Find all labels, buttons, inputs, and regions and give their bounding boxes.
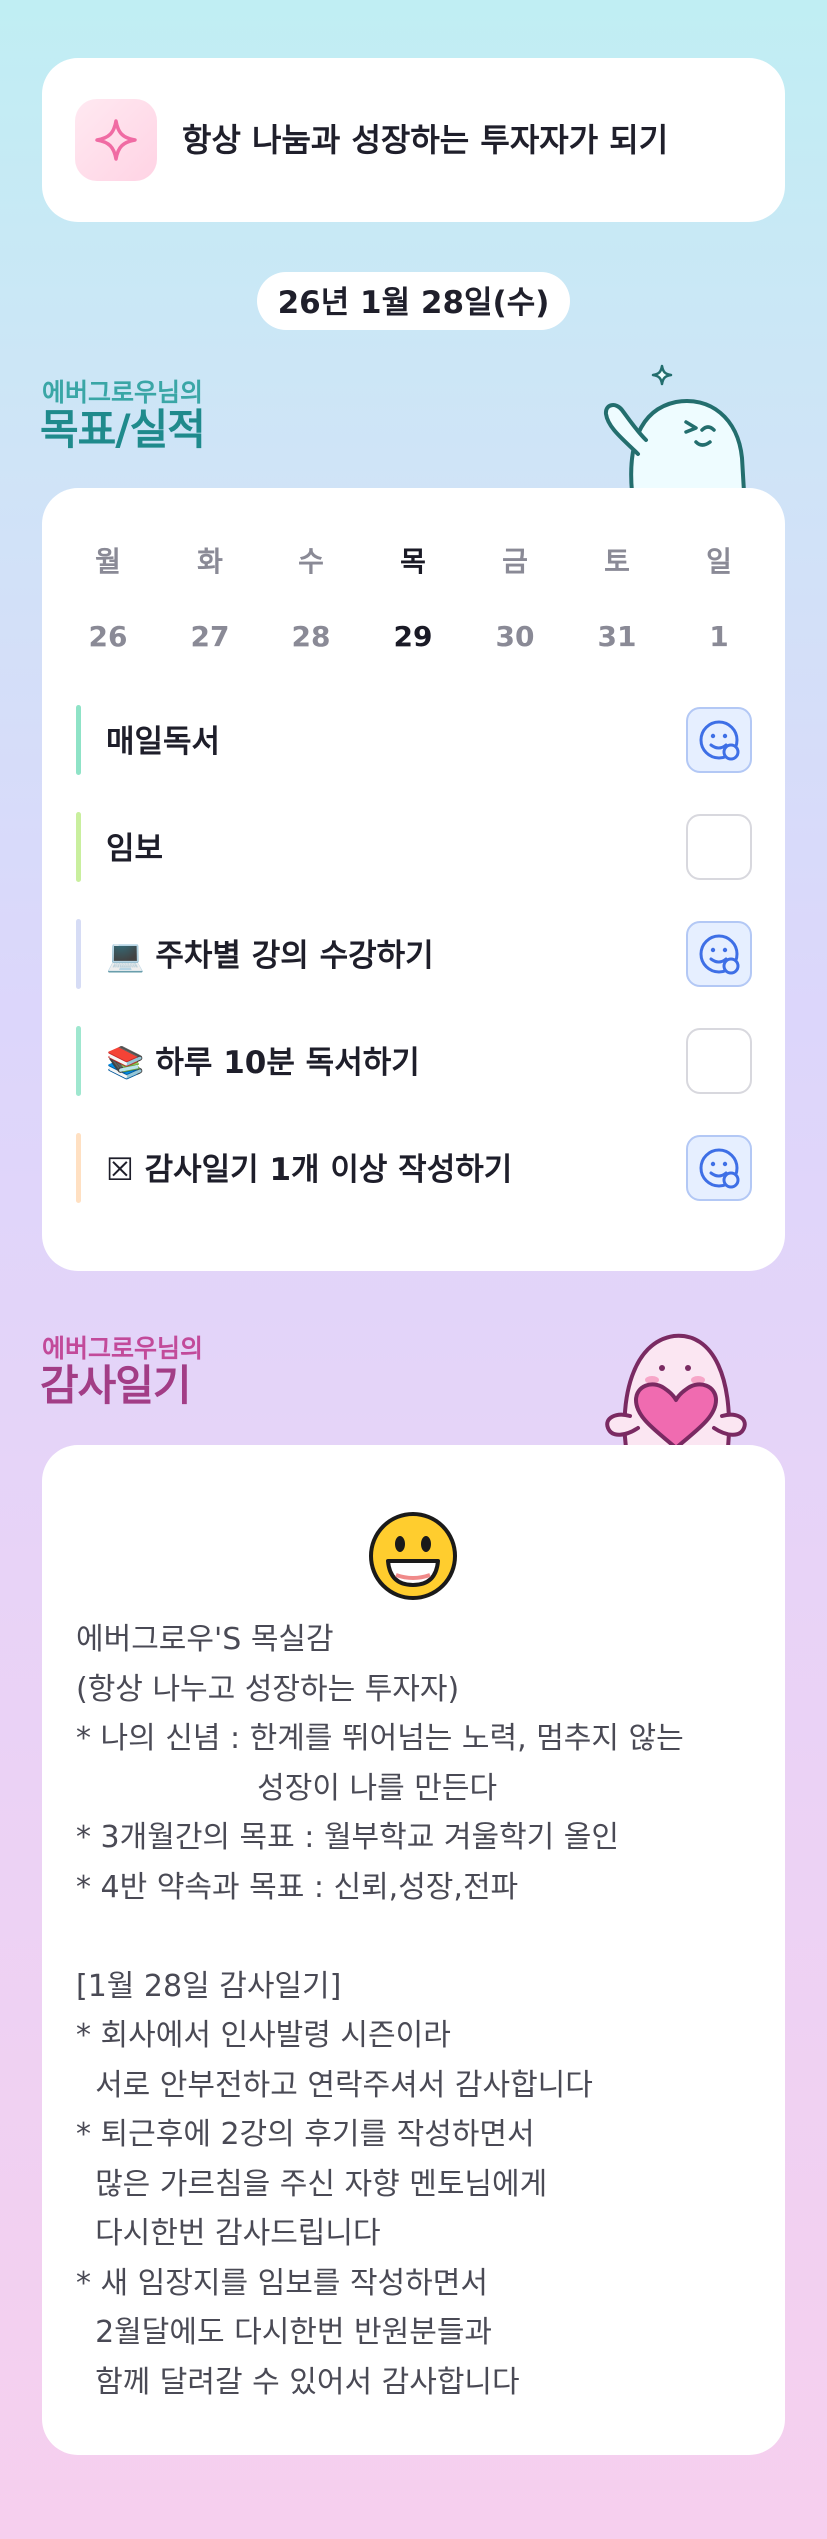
sparkle-icon [75, 99, 157, 181]
goals-section-title: 목표/실적 [40, 405, 206, 454]
goal-checkbox-checked[interactable] [686, 1135, 752, 1201]
goal-checkbox-checked[interactable] [686, 707, 752, 773]
goal-item: 💻 주차별 강의 수강하기 [76, 919, 752, 989]
goal-label: 📚 하루 10분 독서하기 [106, 1045, 420, 1081]
goal-item: ☒ 감사일기 1개 이상 작성하기 [76, 1133, 752, 1203]
heart-ghost-mascot [605, 1333, 747, 1448]
smile-check-icon [699, 720, 740, 761]
goal-item: 매일독서 [76, 705, 752, 775]
date-label: 26년 1월 28일(수) [257, 272, 570, 330]
day-sun[interactable]: 일1 [679, 540, 759, 653]
goal-label: ☒ 감사일기 1개 이상 작성하기 [106, 1152, 513, 1188]
smile-check-icon [699, 934, 740, 975]
goal-checkbox-unchecked[interactable] [686, 814, 752, 880]
goal-checkbox-checked[interactable] [686, 921, 752, 987]
goal-label: 💻 주차별 강의 수강하기 [106, 938, 434, 974]
grinning-face-icon [369, 1512, 457, 1600]
goal-color-bar [76, 919, 81, 989]
waving-ghost-mascot [603, 364, 747, 492]
day-wed[interactable]: 수 28 [271, 540, 351, 653]
goal-color-bar [76, 1133, 81, 1203]
goal-color-bar [76, 1026, 81, 1096]
day-tue[interactable]: 화 27 [170, 540, 250, 653]
day-mon[interactable]: 월 26 [68, 540, 148, 653]
gratitude-card: 에버그로우'S 목실감 (항상 나누고 성장하는 투자자) * 나의 신념 : … [42, 1445, 785, 2455]
day-fri[interactable]: 금 30 [475, 540, 555, 653]
goals-card: 월26 화27 수28 목29 금30 토31 일1 매일독서 임보 [42, 488, 785, 1271]
day-thu[interactable]: 목 29 [373, 540, 453, 653]
goal-item: 임보 [76, 812, 752, 882]
motto-card: 항상 나눔과 성장하는 투자자가 되기 [42, 58, 785, 222]
goal-color-bar [76, 812, 81, 882]
goal-checkbox-unchecked[interactable] [686, 1028, 752, 1094]
day-sat[interactable]: 토 31 [577, 540, 657, 653]
smile-check-icon [699, 1148, 740, 1189]
gratitude-section-title: 감사일기 [40, 1361, 192, 1410]
goal-item: 📚 하루 10분 독서하기 [76, 1026, 752, 1096]
gratitude-diary-text: 에버그로우'S 목실감 (항상 나누고 성장하는 투자자) * 나의 신념 : … [76, 1622, 684, 2400]
goal-label: 임보 [106, 831, 164, 867]
goal-label: 매일독서 [106, 724, 221, 760]
goal-color-bar [76, 705, 81, 775]
motto-text: 항상 나눔과 성장하는 투자자가 되기 [182, 121, 669, 159]
